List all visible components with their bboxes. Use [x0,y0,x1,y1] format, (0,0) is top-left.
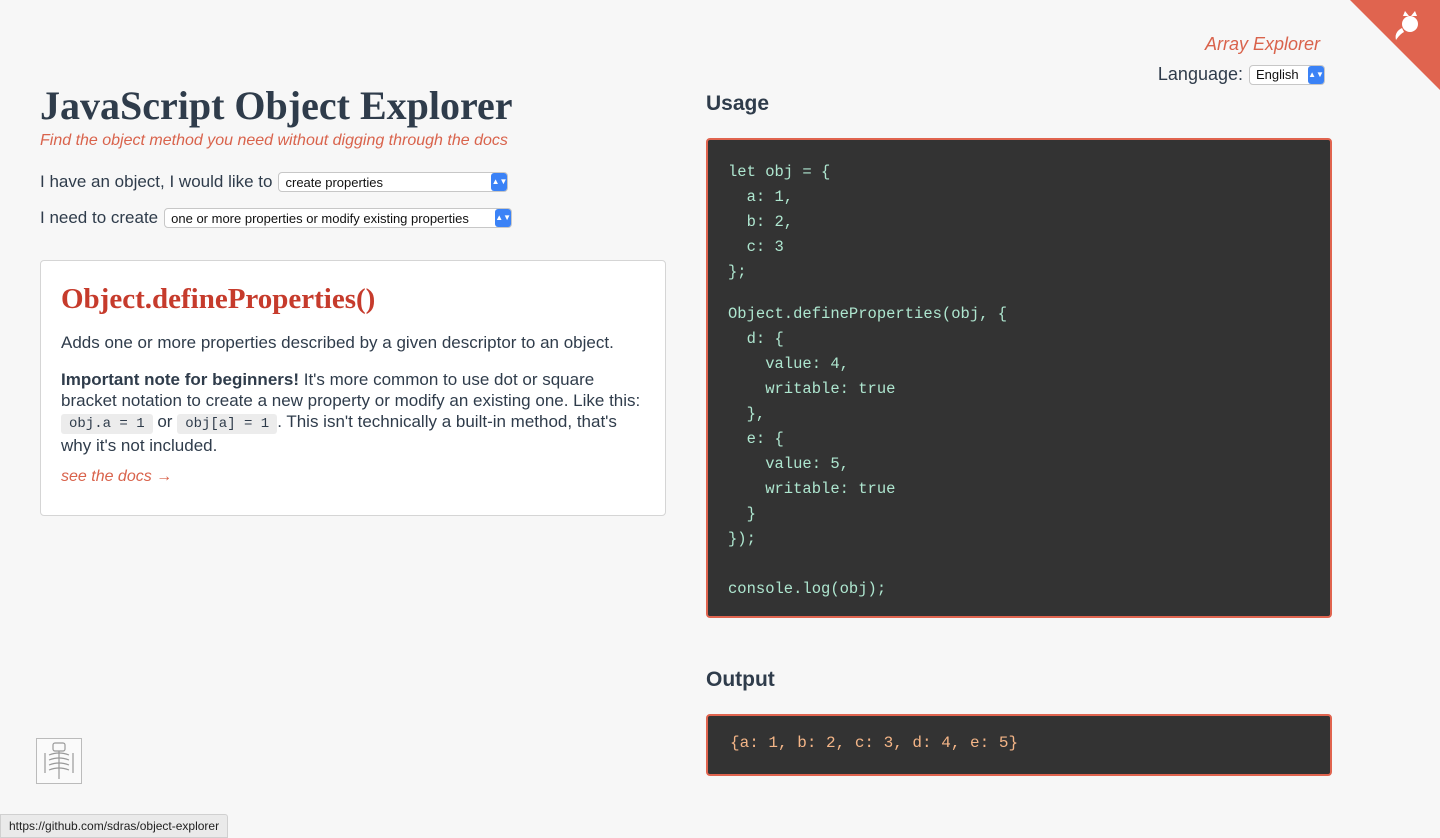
skeleton-logo-icon[interactable] [36,738,82,784]
array-explorer-link[interactable]: Array Explorer [1205,34,1320,55]
select-arrows-icon: ▲▼ [1308,65,1324,84]
detail-select[interactable]: one or more properties or modify existin… [164,208,513,228]
right-column: Usage let obj = { a: 1, b: 2, c: 3 }; Obj… [706,92,1332,776]
language-select[interactable]: English ▲▼ [1249,64,1325,85]
method-card: Object.defineProperties() Adds one or mo… [40,260,666,516]
question-row-1: I have an object, I would like to create… [40,172,666,192]
code-block-declaration: let obj = { a: 1, b: 2, c: 3 }; [728,163,831,281]
github-corner[interactable] [1350,0,1440,90]
see-docs-link[interactable]: see the docs → [61,468,645,486]
output-heading: Output [706,668,775,691]
question1-label: I have an object, I would like to [40,172,273,191]
status-bar-url: https://github.com/sdras/object-explorer [0,814,229,838]
method-name: Object.defineProperties() [61,283,376,315]
page-title: JavaScript Object Explorer [40,83,513,128]
code-block-define: Object.defineProperties(obj, { d: { valu… [728,305,1008,598]
action-select[interactable]: create properties ▲▼ [278,172,509,192]
left-column: JavaScript Object Explorer Find the obje… [40,84,666,516]
language-selector: Language: English ▲▼ [1158,64,1325,85]
beginner-note: Important note for beginners! It's more … [61,370,641,455]
method-description: Adds one or more properties described by… [61,333,614,352]
question2-label: I need to create [40,208,159,227]
output-code-block: {a: 1, b: 2, c: 3, d: 4, e: 5} [706,714,1332,776]
question-row-2: I need to create one or more properties … [40,208,666,228]
select-arrows-icon: ▲▼ [491,173,508,191]
inline-code-bracket: obj[a] = 1 [177,414,278,434]
language-label: Language: [1157,64,1243,84]
tagline: Find the object method you need without … [40,132,508,149]
usage-heading: Usage [706,92,770,115]
usage-code-block: let obj = { a: 1, b: 2, c: 3 }; Object.de… [706,138,1332,618]
select-arrows-icon: ▲▼ [495,209,512,227]
inline-code-dot: obj.a = 1 [61,414,153,434]
